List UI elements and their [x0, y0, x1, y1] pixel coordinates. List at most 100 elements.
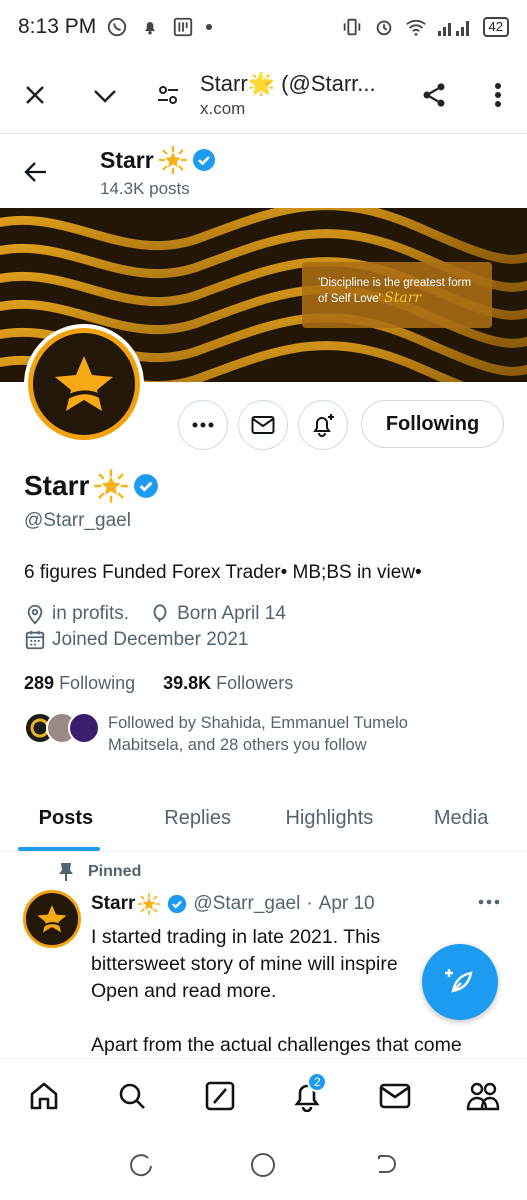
- clock: 8:13 PM: [18, 15, 97, 38]
- profile-location: in profits.: [52, 603, 130, 624]
- post-count: 14.3K posts: [100, 179, 190, 198]
- profile-joined-row: Joined December 2021: [24, 629, 248, 651]
- site-settings-button[interactable]: [140, 56, 196, 134]
- following-button[interactable]: Following: [361, 400, 504, 448]
- mutual-avatars: [24, 712, 102, 746]
- glowing-star-icon: [94, 469, 129, 503]
- tweet-date[interactable]: Apr 10: [319, 893, 375, 915]
- back-button[interactable]: [0, 161, 72, 183]
- followers-label: Followers: [216, 673, 294, 693]
- tweet-more-button[interactable]: [478, 892, 500, 910]
- whatsapp-icon: [108, 17, 127, 37]
- tab-replies[interactable]: Replies: [132, 786, 264, 851]
- chevron-down-icon: [94, 89, 116, 103]
- alarm-icon: [376, 20, 391, 36]
- followed-by-row[interactable]: Followed by Shahida, Emmanuel Tumelo Mab…: [24, 712, 468, 756]
- close-icon: [26, 85, 44, 104]
- back-system-button[interactable]: [373, 1152, 399, 1183]
- home-icon: [30, 1082, 58, 1109]
- system-navigation: [0, 1134, 527, 1200]
- profile-bio: 6 figures Funded Forex Trader• MB;BS in …: [24, 562, 422, 583]
- calendar-icon: [25, 630, 45, 650]
- compose-post-button[interactable]: [422, 944, 498, 1020]
- following-link[interactable]: 289 Following: [24, 673, 135, 694]
- wifi-icon: [405, 19, 426, 36]
- verified-badge-icon[interactable]: [133, 473, 159, 499]
- followers-count: 39.8K: [163, 673, 212, 693]
- star-logo-icon: [37, 905, 67, 933]
- app-notification-icon: [174, 17, 193, 37]
- page-domain: x.com: [200, 98, 246, 118]
- verified-badge-icon: [192, 149, 215, 171]
- home-system-button[interactable]: [249, 1151, 277, 1184]
- recents-button[interactable]: [128, 1152, 154, 1183]
- tweet-avatar[interactable]: [23, 890, 81, 948]
- location-pin-icon: [27, 604, 43, 625]
- tweet-separator: ·: [306, 893, 313, 914]
- tab-media[interactable]: Media: [395, 786, 527, 851]
- page-title: Starr🌟 (@Starr...: [200, 70, 376, 96]
- battery-indicator: 42: [482, 17, 509, 37]
- more-options-button[interactable]: [178, 400, 228, 450]
- nav-notifications[interactable]: 2: [277, 1066, 337, 1126]
- recents-icon: [129, 1153, 152, 1176]
- tab-highlights[interactable]: Highlights: [264, 786, 396, 851]
- more-horizontal-icon: [478, 899, 500, 905]
- profile-joined: Joined December 2021: [52, 629, 249, 650]
- banner-quote: 'Discipline is the greatest form of Self…: [302, 262, 492, 328]
- tweet-line: Apart from the actual challenges that co…: [91, 1034, 462, 1056]
- profile-birthday: Born April 14: [177, 603, 286, 624]
- following-label: Following: [59, 673, 136, 693]
- tweet-header: Starr @Starr_gael · Apr 10: [91, 892, 375, 916]
- pinned-label: Pinned: [88, 863, 142, 880]
- profile-meta-row: in profits. Born April 14: [24, 603, 286, 625]
- nav-grok[interactable]: [190, 1066, 250, 1126]
- notification-bell-icon: [145, 22, 156, 35]
- browser-toolbar: Starr🌟 (@Starr... x.com: [0, 56, 527, 134]
- url-area[interactable]: Starr🌟 (@Starr... x.com: [196, 71, 399, 119]
- profile-handle: @Starr_gael: [24, 510, 131, 531]
- back-gesture-icon: [378, 1154, 397, 1173]
- profile-name-row: Starr: [24, 468, 159, 504]
- glowing-star-icon: [158, 146, 187, 174]
- notify-button[interactable]: [298, 400, 348, 450]
- following-count: 289: [24, 673, 55, 693]
- search-icon: [119, 1083, 145, 1109]
- balloon-icon: [153, 604, 167, 623]
- more-horizontal-icon: [192, 422, 214, 428]
- arrow-left-icon: [24, 162, 46, 182]
- tab-posts[interactable]: Posts: [0, 786, 132, 851]
- mail-icon: [379, 1083, 411, 1108]
- tweet-author-name[interactable]: Starr: [91, 893, 135, 915]
- circle-home-icon: [251, 1152, 276, 1177]
- profile-tabs: Posts Replies Highlights Media: [0, 786, 527, 852]
- profile-avatar[interactable]: [24, 324, 144, 444]
- followed-by-text: Followed by Shahida, Emmanuel Tumelo Mab…: [108, 714, 408, 754]
- mutual-avatar: [68, 712, 100, 744]
- mail-icon: [251, 416, 275, 434]
- glowing-star-icon: [138, 892, 161, 916]
- profile-name: Starr: [24, 470, 90, 501]
- vibrate-icon: [343, 18, 360, 36]
- pinned-label-row: Pinned: [58, 862, 141, 882]
- nav-search[interactable]: [102, 1066, 162, 1126]
- share-icon: [423, 82, 445, 107]
- followers-link[interactable]: 39.8K Followers: [163, 673, 293, 694]
- feather-plus-icon: [445, 969, 473, 993]
- tweet-author-handle: @Starr_gael: [193, 893, 301, 914]
- nav-communities[interactable]: [453, 1066, 513, 1126]
- more-vertical-icon: [495, 82, 501, 107]
- close-tab-button[interactable]: [0, 56, 70, 134]
- follow-counts: 289 Following 39.8K Followers: [24, 673, 293, 694]
- pin-icon: [59, 863, 73, 881]
- tune-icon: [158, 85, 178, 104]
- nav-messages[interactable]: [365, 1066, 425, 1126]
- bell-plus-icon: [313, 414, 334, 437]
- browser-menu-button[interactable]: [469, 56, 527, 134]
- minimize-button[interactable]: [70, 56, 140, 134]
- message-button[interactable]: [238, 400, 288, 450]
- banner-signature: Starr: [384, 290, 422, 306]
- nav-home[interactable]: [14, 1066, 74, 1126]
- grok-icon: [205, 1081, 234, 1110]
- share-button[interactable]: [399, 56, 469, 134]
